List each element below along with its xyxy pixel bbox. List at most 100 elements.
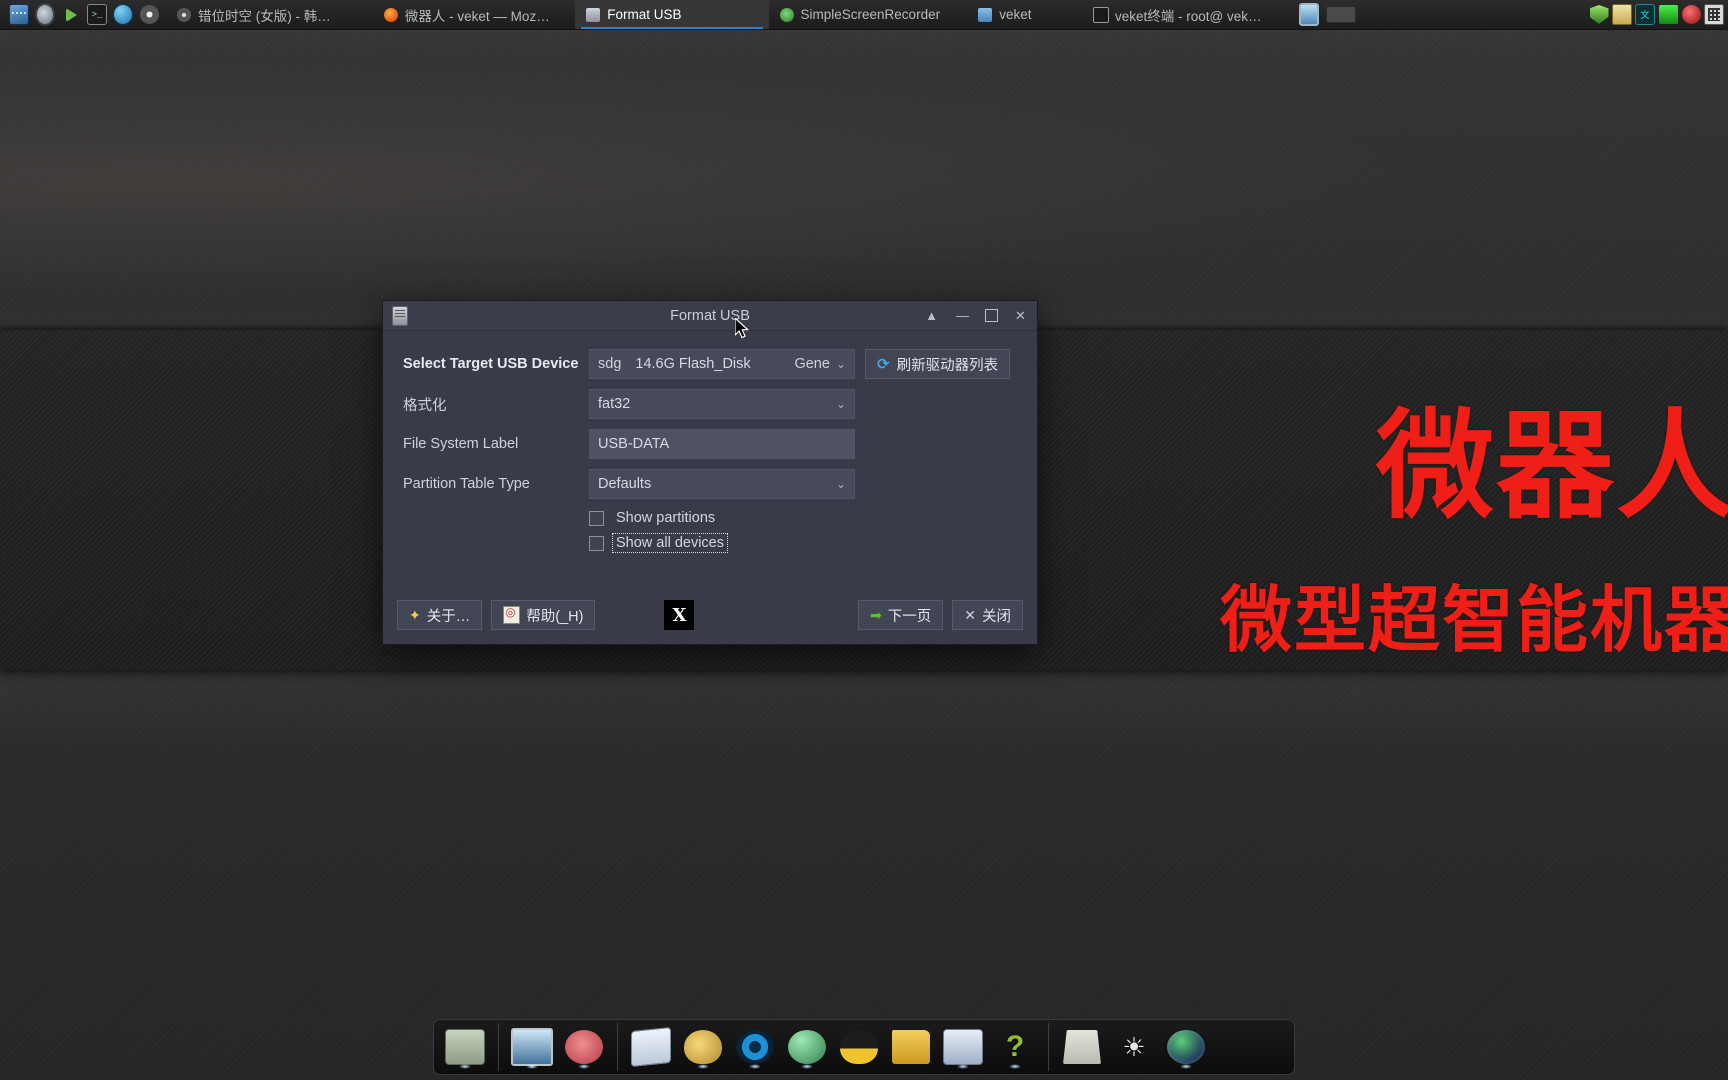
parttable-row: Partition Table Type Defaults ⌄ [403, 469, 1017, 499]
app-logo: X [664, 600, 695, 630]
show-partitions-row[interactable]: Show partitions [589, 509, 1017, 527]
dock-desktop-settings[interactable] [507, 1023, 557, 1071]
dock-show-desktop[interactable] [1057, 1023, 1107, 1071]
dock-paint-icon [684, 1030, 722, 1064]
shield-icon [1589, 5, 1609, 24]
shade-button[interactable]: ▲ [923, 307, 940, 324]
dock-network[interactable] [782, 1023, 832, 1071]
settings-gear-icon[interactable] [35, 3, 55, 26]
device-select[interactable]: sdg 14.6G Flash_Disk Gene ⌄ [589, 349, 855, 379]
blank-panel-icon[interactable] [1326, 6, 1356, 24]
format-usb-icon [585, 7, 601, 23]
refresh-label: 刷新驱动器列表 [896, 357, 999, 374]
taskbar-task-label: veket [999, 7, 1032, 22]
format-usb-dialog: Format USB ▲ — ✕ Select Target USB Devic… [382, 300, 1038, 645]
dock-media-player-icon [736, 1030, 774, 1064]
filesystem-value: fat32 [598, 396, 631, 412]
device-size-model: 14.6G Flash_Disk [635, 356, 751, 372]
settings-gear-icon [35, 3, 55, 26]
taskbar: >_ 错位时空 (女版) - 韩… 微器人 - veket — Moz… Forma… [0, 0, 1728, 30]
input-method-icon[interactable]: 文 [1635, 4, 1655, 25]
record-icon [1681, 5, 1701, 24]
window-menu-icon[interactable] [392, 305, 408, 326]
dock-separator [498, 1023, 499, 1071]
battery-icon[interactable] [1658, 5, 1678, 24]
show-all-devices-checkbox[interactable] [589, 535, 604, 551]
taskbar-task-label: 微器人 - veket — Moz… [404, 8, 550, 24]
terminal-icon [1092, 6, 1109, 23]
clipboard-icon [1612, 4, 1632, 25]
about-button[interactable]: ✦ 关于… [397, 600, 483, 630]
device-label: Select Target USB Device [403, 356, 579, 372]
dock-paint[interactable] [678, 1023, 728, 1071]
arrow-right-icon: ➡ [870, 606, 882, 623]
folder-icon [977, 7, 993, 23]
dock-brightness-icon: ☀ [1122, 1031, 1146, 1062]
record-icon[interactable] [1681, 5, 1701, 24]
dock-file-manager[interactable] [440, 1023, 490, 1071]
system-monitor-icon[interactable] [9, 4, 29, 25]
filesystem-select[interactable]: fat32 ⌄ [589, 389, 855, 419]
media-play-icon[interactable] [61, 5, 81, 25]
dock-office-icon [943, 1029, 983, 1065]
taskbar-task-6[interactable]: veket终端 - root@ vek… [1083, 0, 1299, 29]
dock-help[interactable]: ? [990, 1023, 1040, 1071]
dock-web-browser[interactable] [1161, 1023, 1211, 1071]
dock-text-editor-icon [631, 1026, 671, 1068]
taskbar-task-2[interactable]: 微器人 - veket — Moz… [373, 0, 575, 29]
refresh-drives-button[interactable]: ⟳ 刷新驱动器列表 [865, 349, 1011, 379]
help-button[interactable]: 帮助(_H) [491, 600, 596, 630]
clipboard-icon[interactable] [1612, 4, 1632, 25]
show-all-devices-label: Show all devices [612, 533, 728, 553]
media-disc-icon [176, 7, 192, 23]
system-tray: 文 [1299, 3, 1728, 26]
taskbar-task-1[interactable]: 错位时空 (女版) - 韩… [166, 0, 373, 29]
dock-show-desktop-icon [1063, 1030, 1101, 1064]
dialog-titlebar[interactable]: Format USB ▲ — ✕ [383, 301, 1037, 331]
dock-office[interactable] [938, 1023, 988, 1071]
next-button[interactable]: ➡ 下一页 [858, 600, 944, 630]
dock-file-manager-icon [445, 1029, 485, 1065]
parttable-label: Partition Table Type [403, 476, 530, 492]
dock: ? ☀ [433, 1019, 1295, 1075]
help-label: 帮助(_H) [526, 608, 584, 625]
battery-icon [1658, 5, 1678, 24]
show-all-devices-row[interactable]: Show all devices [589, 533, 1017, 553]
dock-media-player[interactable] [730, 1023, 780, 1071]
dock-web-browser-icon [1167, 1030, 1205, 1064]
shield-icon[interactable] [1589, 5, 1609, 24]
next-label: 下一页 [887, 608, 932, 625]
parttable-select[interactable]: Defaults ⌄ [589, 469, 855, 499]
device-row: Select Target USB Device sdg 14.6G Flash… [403, 349, 1017, 379]
display-monitor-icon[interactable] [1299, 3, 1319, 26]
fs-label-row: File System Label USB-DATA [403, 429, 1017, 459]
close-button[interactable]: ✕ [1012, 307, 1029, 324]
taskbar-task-3[interactable]: Format USB [575, 0, 769, 29]
keyboard-icon[interactable] [1704, 4, 1724, 25]
minimize-button[interactable]: — [954, 307, 971, 324]
chevron-down-icon: ⌄ [835, 357, 846, 371]
show-partitions-checkbox[interactable] [589, 510, 604, 526]
dock-linux-apps[interactable] [834, 1023, 884, 1071]
screen-recorder-icon [779, 7, 795, 23]
terminal-icon[interactable]: >_ [87, 4, 107, 25]
format-row: 格式化 fat32 ⌄ [403, 389, 1017, 419]
taskbar-task-4[interactable]: SimpleScreenRecorder [769, 0, 968, 29]
browser-globe-icon[interactable] [113, 4, 133, 25]
fs-label-input[interactable]: USB-DATA [589, 429, 855, 459]
show-partitions-label: Show partitions [616, 510, 716, 526]
window-controls: ▲ — ✕ [923, 307, 1037, 324]
dock-text-editor[interactable] [626, 1023, 676, 1071]
dock-documents[interactable] [886, 1023, 936, 1071]
dialog-footer: ✦ 关于… 帮助(_H) X ➡ 下一页 ✕ 关闭 [383, 586, 1037, 644]
disc-icon [139, 5, 159, 24]
disc-icon[interactable] [139, 5, 159, 25]
fs-label-label: File System Label [403, 436, 519, 452]
taskbar-task-5[interactable]: veket [967, 0, 1083, 29]
close-label: 关闭 [982, 608, 1011, 625]
dock-brightness[interactable]: ☀ [1109, 1023, 1159, 1071]
dock-pet-app[interactable] [559, 1023, 609, 1071]
firefox-icon [383, 7, 399, 23]
maximize-button[interactable] [985, 309, 998, 322]
close-dialog-button[interactable]: ✕ 关闭 [952, 600, 1023, 630]
